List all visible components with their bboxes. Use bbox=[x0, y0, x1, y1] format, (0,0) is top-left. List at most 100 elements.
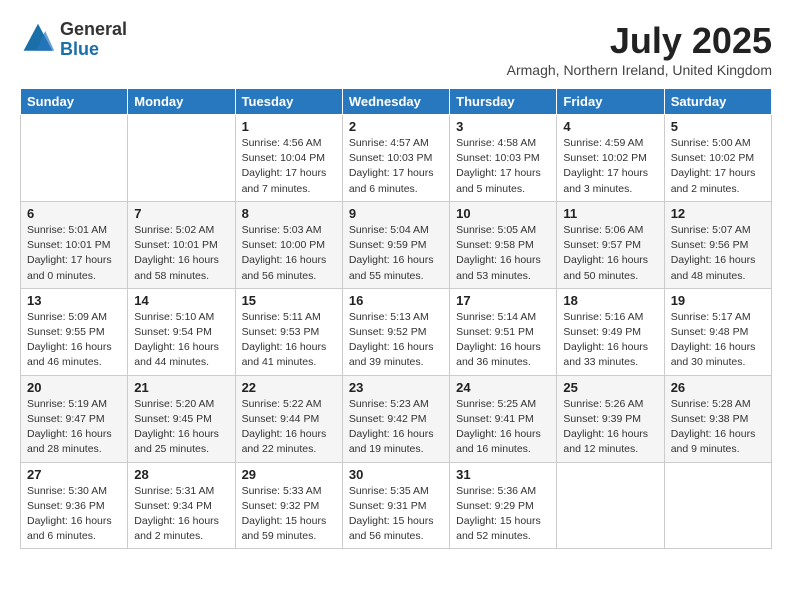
col-header-saturday: Saturday bbox=[664, 89, 771, 115]
day-number: 26 bbox=[671, 380, 765, 395]
day-info: Sunrise: 5:02 AM Sunset: 10:01 PM Daylig… bbox=[134, 223, 228, 284]
col-header-wednesday: Wednesday bbox=[342, 89, 449, 115]
week-row-1: 1 Sunrise: 4:56 AM Sunset: 10:04 PM Dayli… bbox=[21, 115, 772, 202]
day-info: Sunrise: 5:01 AM Sunset: 10:01 PM Daylig… bbox=[27, 223, 121, 284]
day-info: Sunrise: 5:16 AM Sunset: 9:49 PM Dayligh… bbox=[563, 310, 657, 371]
day-info: Sunrise: 5:03 AM Sunset: 10:00 PM Daylig… bbox=[242, 223, 336, 284]
calendar-cell bbox=[128, 115, 235, 202]
day-number: 14 bbox=[134, 293, 228, 308]
day-number: 28 bbox=[134, 467, 228, 482]
day-info: Sunrise: 5:11 AM Sunset: 9:53 PM Dayligh… bbox=[242, 310, 336, 371]
day-info: Sunrise: 5:07 AM Sunset: 9:56 PM Dayligh… bbox=[671, 223, 765, 284]
day-info: Sunrise: 5:31 AM Sunset: 9:34 PM Dayligh… bbox=[134, 484, 228, 545]
day-number: 9 bbox=[349, 206, 443, 221]
col-header-tuesday: Tuesday bbox=[235, 89, 342, 115]
week-row-2: 6Sunrise: 5:01 AM Sunset: 10:01 PM Dayli… bbox=[21, 201, 772, 288]
calendar-cell: 15 Sunrise: 5:11 AM Sunset: 9:53 PM Dayli… bbox=[235, 288, 342, 375]
calendar-cell: 10Sunrise: 5:05 AM Sunset: 9:58 PM Dayli… bbox=[450, 201, 557, 288]
col-header-thursday: Thursday bbox=[450, 89, 557, 115]
calendar-cell: 25 Sunrise: 5:26 AM Sunset: 9:39 PM Dayli… bbox=[557, 375, 664, 462]
day-info: Sunrise: 5:13 AM Sunset: 9:52 PM Dayligh… bbox=[349, 310, 443, 371]
page-header: General Blue July 2025 Armagh, Northern … bbox=[20, 20, 772, 78]
col-header-sunday: Sunday bbox=[21, 89, 128, 115]
day-number: 19 bbox=[671, 293, 765, 308]
logo-text: General Blue bbox=[60, 20, 127, 60]
col-header-monday: Monday bbox=[128, 89, 235, 115]
calendar-cell: 24 Sunrise: 5:25 AM Sunset: 9:41 PM Dayli… bbox=[450, 375, 557, 462]
day-info: Sunrise: 5:36 AM Sunset: 9:29 PM Dayligh… bbox=[456, 484, 550, 545]
day-info: Sunrise: 5:26 AM Sunset: 9:39 PM Dayligh… bbox=[563, 397, 657, 458]
calendar-cell: 13 Sunrise: 5:09 AM Sunset: 9:55 PM Dayli… bbox=[21, 288, 128, 375]
title-block: July 2025 Armagh, Northern Ireland, Unit… bbox=[507, 20, 772, 78]
day-info: Sunrise: 4:56 AM Sunset: 10:04 PM Daylig… bbox=[242, 136, 336, 197]
day-info: Sunrise: 5:33 AM Sunset: 9:32 PM Dayligh… bbox=[242, 484, 336, 545]
day-number: 30 bbox=[349, 467, 443, 482]
calendar-cell: 1 Sunrise: 4:56 AM Sunset: 10:04 PM Dayli… bbox=[235, 115, 342, 202]
day-number: 21 bbox=[134, 380, 228, 395]
calendar-cell: 17Sunrise: 5:14 AM Sunset: 9:51 PM Dayli… bbox=[450, 288, 557, 375]
day-info: Sunrise: 5:35 AM Sunset: 9:31 PM Dayligh… bbox=[349, 484, 443, 545]
day-info: Sunrise: 5:23 AM Sunset: 9:42 PM Dayligh… bbox=[349, 397, 443, 458]
calendar-cell: 16 Sunrise: 5:13 AM Sunset: 9:52 PM Dayli… bbox=[342, 288, 449, 375]
header-row: SundayMondayTuesdayWednesdayThursdayFrid… bbox=[21, 89, 772, 115]
col-header-friday: Friday bbox=[557, 89, 664, 115]
day-number: 2 bbox=[349, 119, 443, 134]
day-number: 16 bbox=[349, 293, 443, 308]
day-number: 12 bbox=[671, 206, 765, 221]
calendar-cell: 23 Sunrise: 5:23 AM Sunset: 9:42 PM Dayli… bbox=[342, 375, 449, 462]
calendar-cell: 29Sunrise: 5:33 AM Sunset: 9:32 PM Dayli… bbox=[235, 462, 342, 549]
calendar-cell: 9Sunrise: 5:04 AM Sunset: 9:59 PM Daylig… bbox=[342, 201, 449, 288]
day-info: Sunrise: 5:25 AM Sunset: 9:41 PM Dayligh… bbox=[456, 397, 550, 458]
calendar-cell: 27 Sunrise: 5:30 AM Sunset: 9:36 PM Dayli… bbox=[21, 462, 128, 549]
day-info: Sunrise: 4:57 AM Sunset: 10:03 PM Daylig… bbox=[349, 136, 443, 197]
calendar-cell: 31 Sunrise: 5:36 AM Sunset: 9:29 PM Dayli… bbox=[450, 462, 557, 549]
calendar-cell: 20 Sunrise: 5:19 AM Sunset: 9:47 PM Dayli… bbox=[21, 375, 128, 462]
calendar-cell: 2 Sunrise: 4:57 AM Sunset: 10:03 PM Dayli… bbox=[342, 115, 449, 202]
day-info: Sunrise: 5:09 AM Sunset: 9:55 PM Dayligh… bbox=[27, 310, 121, 371]
day-number: 27 bbox=[27, 467, 121, 482]
calendar-cell: 5Sunrise: 5:00 AM Sunset: 10:02 PM Dayli… bbox=[664, 115, 771, 202]
calendar-cell: 28 Sunrise: 5:31 AM Sunset: 9:34 PM Dayli… bbox=[128, 462, 235, 549]
day-number: 23 bbox=[349, 380, 443, 395]
day-number: 3 bbox=[456, 119, 550, 134]
day-info: Sunrise: 5:06 AM Sunset: 9:57 PM Dayligh… bbox=[563, 223, 657, 284]
day-number: 25 bbox=[563, 380, 657, 395]
day-number: 22 bbox=[242, 380, 336, 395]
calendar-cell: 26 Sunrise: 5:28 AM Sunset: 9:38 PM Dayli… bbox=[664, 375, 771, 462]
day-info: Sunrise: 5:28 AM Sunset: 9:38 PM Dayligh… bbox=[671, 397, 765, 458]
day-info: Sunrise: 5:30 AM Sunset: 9:36 PM Dayligh… bbox=[27, 484, 121, 545]
logo-blue: Blue bbox=[60, 40, 127, 60]
calendar-cell bbox=[21, 115, 128, 202]
day-number: 31 bbox=[456, 467, 550, 482]
day-number: 10 bbox=[456, 206, 550, 221]
calendar-table: SundayMondayTuesdayWednesdayThursdayFrid… bbox=[20, 88, 772, 549]
calendar-cell: 30 Sunrise: 5:35 AM Sunset: 9:31 PM Dayli… bbox=[342, 462, 449, 549]
day-number: 1 bbox=[242, 119, 336, 134]
calendar-cell: 11 Sunrise: 5:06 AM Sunset: 9:57 PM Dayli… bbox=[557, 201, 664, 288]
calendar-cell: 18Sunrise: 5:16 AM Sunset: 9:49 PM Dayli… bbox=[557, 288, 664, 375]
day-info: Sunrise: 5:17 AM Sunset: 9:48 PM Dayligh… bbox=[671, 310, 765, 371]
day-number: 17 bbox=[456, 293, 550, 308]
day-number: 20 bbox=[27, 380, 121, 395]
day-info: Sunrise: 5:22 AM Sunset: 9:44 PM Dayligh… bbox=[242, 397, 336, 458]
logo-icon bbox=[20, 22, 56, 58]
day-number: 7 bbox=[134, 206, 228, 221]
calendar-cell: 7 Sunrise: 5:02 AM Sunset: 10:01 PM Dayli… bbox=[128, 201, 235, 288]
location-subtitle: Armagh, Northern Ireland, United Kingdom bbox=[507, 62, 772, 78]
month-year-title: July 2025 bbox=[507, 20, 772, 62]
day-info: Sunrise: 4:58 AM Sunset: 10:03 PM Daylig… bbox=[456, 136, 550, 197]
day-number: 13 bbox=[27, 293, 121, 308]
day-number: 24 bbox=[456, 380, 550, 395]
calendar-cell bbox=[664, 462, 771, 549]
day-info: Sunrise: 5:10 AM Sunset: 9:54 PM Dayligh… bbox=[134, 310, 228, 371]
calendar-cell: 22 Sunrise: 5:22 AM Sunset: 9:44 PM Dayli… bbox=[235, 375, 342, 462]
day-info: Sunrise: 5:00 AM Sunset: 10:02 PM Daylig… bbox=[671, 136, 765, 197]
calendar-cell: 21Sunrise: 5:20 AM Sunset: 9:45 PM Dayli… bbox=[128, 375, 235, 462]
day-number: 15 bbox=[242, 293, 336, 308]
day-info: Sunrise: 5:19 AM Sunset: 9:47 PM Dayligh… bbox=[27, 397, 121, 458]
calendar-cell: 3 Sunrise: 4:58 AM Sunset: 10:03 PM Dayli… bbox=[450, 115, 557, 202]
logo-general: General bbox=[60, 20, 127, 40]
calendar-cell bbox=[557, 462, 664, 549]
logo: General Blue bbox=[20, 20, 127, 60]
day-number: 11 bbox=[563, 206, 657, 221]
